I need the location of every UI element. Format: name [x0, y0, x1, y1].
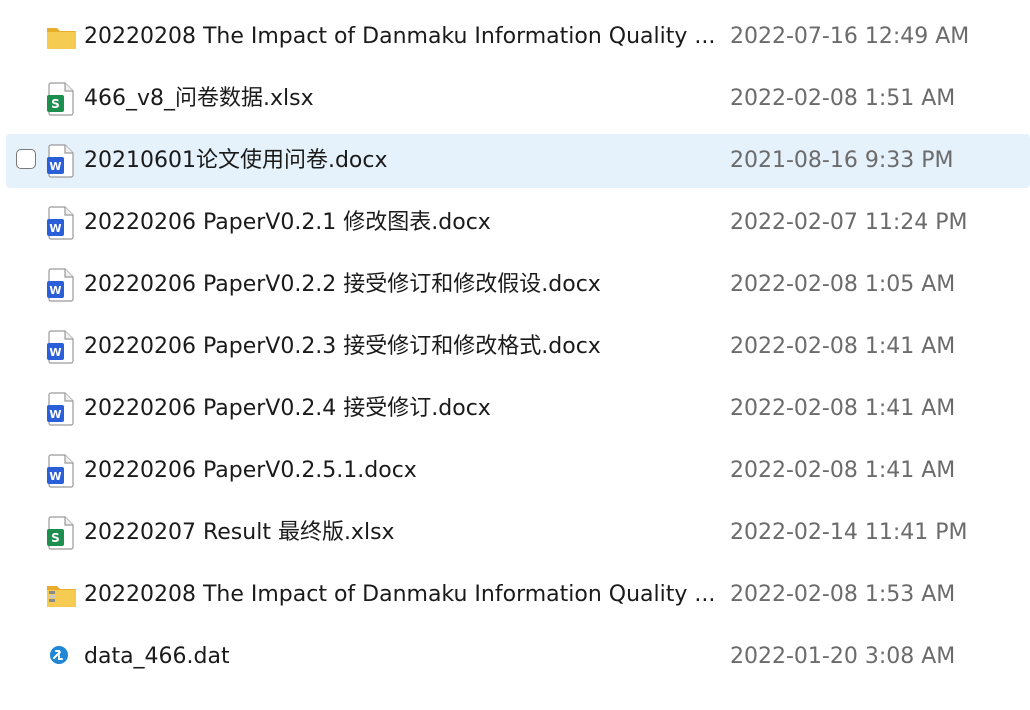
file-name[interactable]: 20210601论文使用问卷.docx [84, 134, 388, 188]
file-name[interactable]: 20220207 Result 最终版.xlsx [84, 506, 395, 560]
date-modified: 2021-08-16 9:33 PM [730, 148, 954, 173]
file-name[interactable]: 20220206 PaperV0.2.1 修改图表.docx [84, 196, 491, 250]
file-row[interactable]: 20220208 The Impact of Danmaku Informati… [6, 568, 1030, 622]
file-row[interactable]: W 20220206 PaperV0.2.3 接受修订和修改格式.docx 202… [6, 320, 1030, 374]
word-file-icon: W [44, 453, 78, 489]
file-list: 20220208 The Impact of Danmaku Informati… [0, 0, 1030, 710]
file-name[interactable]: data_466.dat [84, 630, 230, 684]
zip-folder-icon [44, 577, 78, 613]
file-row[interactable]: S 20220207 Result 最终版.xlsx 2022-02-14 11:… [6, 506, 1030, 560]
date-modified: 2022-02-08 1:53 AM [730, 582, 956, 607]
file-row[interactable]: W 20220206 PaperV0.2.2 接受修订和修改假设.docx 202… [6, 258, 1030, 312]
folder-icon [44, 19, 78, 55]
file-row[interactable]: W 20220206 PaperV0.2.4 接受修订.docx 2022-02-… [6, 382, 1030, 436]
file-row[interactable]: W 20220206 PaperV0.2.1 修改图表.docx 2022-02-… [6, 196, 1030, 250]
file-row[interactable]: W 20210601论文使用问卷.docx 2021-08-16 9:33 PM [6, 134, 1030, 188]
svg-text:W: W [49, 160, 61, 173]
date-modified: 2022-02-08 1:51 AM [730, 86, 956, 111]
date-modified: 2022-01-20 3:08 AM [730, 644, 956, 669]
svg-text:W: W [49, 222, 61, 235]
date-modified: 2022-02-08 1:41 AM [730, 334, 956, 359]
svg-text:S: S [51, 531, 60, 545]
date-modified: 2022-02-08 1:41 AM [730, 396, 956, 421]
file-name[interactable]: 20220206 PaperV0.2.3 接受修订和修改格式.docx [84, 320, 601, 374]
word-file-icon: W [44, 391, 78, 427]
date-modified: 2022-02-07 11:24 PM [730, 210, 968, 235]
file-row[interactable]: S 466_v8_问卷数据.xlsx 2022-02-08 1:51 AM [6, 72, 1030, 126]
svg-text:W: W [49, 346, 61, 359]
file-name[interactable]: 20220208 The Impact of Danmaku Informati… [84, 10, 715, 64]
file-row[interactable]: 20220208 The Impact of Danmaku Informati… [6, 10, 1030, 64]
file-row[interactable]: data_466.dat 2022-01-20 3:08 AM [6, 630, 1030, 684]
file-row[interactable]: W 20220206 PaperV0.2.5.1.docx 2022-02-08 … [6, 444, 1030, 498]
file-name[interactable]: 20220208 The Impact of Danmaku Informati… [84, 568, 715, 622]
svg-text:W: W [49, 470, 61, 483]
svg-text:W: W [49, 284, 61, 297]
date-modified: 2022-02-08 1:41 AM [730, 458, 956, 483]
date-modified: 2022-02-14 11:41 PM [730, 520, 968, 545]
dat-file-icon [44, 639, 78, 675]
excel-file-icon: S [44, 515, 78, 551]
date-modified: 2022-02-08 1:05 AM [730, 272, 956, 297]
row-checkbox[interactable] [16, 149, 36, 169]
file-name[interactable]: 20220206 PaperV0.2.5.1.docx [84, 444, 417, 498]
word-file-icon: W [44, 329, 78, 365]
svg-text:W: W [49, 408, 61, 421]
word-file-icon: W [44, 205, 78, 241]
file-name[interactable]: 466_v8_问卷数据.xlsx [84, 72, 314, 126]
date-modified: 2022-07-16 12:49 AM [730, 24, 970, 49]
file-name[interactable]: 20220206 PaperV0.2.2 接受修订和修改假设.docx [84, 258, 601, 312]
word-file-icon: W [44, 143, 78, 179]
excel-file-icon: S [44, 81, 78, 117]
svg-text:S: S [51, 97, 60, 111]
file-name[interactable]: 20220206 PaperV0.2.4 接受修订.docx [84, 382, 491, 436]
word-file-icon: W [44, 267, 78, 303]
